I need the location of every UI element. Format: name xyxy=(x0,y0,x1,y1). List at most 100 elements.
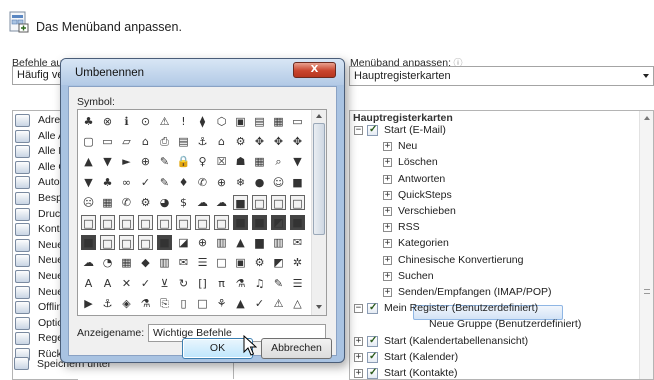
symbol-cell[interactable]: ▢ xyxy=(81,134,96,149)
scroll-down-icon[interactable] xyxy=(316,305,322,309)
expand-icon[interactable]: + xyxy=(383,190,392,200)
symbol-cell[interactable]: ♀ xyxy=(195,154,210,169)
symbol-cell[interactable]: □ xyxy=(138,215,153,230)
symbol-cell[interactable]: ▲ xyxy=(81,154,96,169)
symbol-cell[interactable]: ∞ xyxy=(119,175,134,190)
symbol-cell[interactable]: ⬡ xyxy=(214,114,229,129)
symbol-cell[interactable]: ⚙ xyxy=(252,255,267,270)
symbol-cell[interactable]: ✥ xyxy=(271,134,286,149)
symbol-cell[interactable]: □ xyxy=(176,215,191,230)
symbol-cell[interactable]: ▥ xyxy=(214,235,229,250)
symbol-cell[interactable]: ▭ xyxy=(290,114,305,129)
symbol-grid[interactable]: ♣ ⊗ ℹ ⊙ ⚠! ⧫ ⬡ ▣ ▤ ▦ ▭ ▢ ▭ ▱ ⌂ ⎙ ▤ ⚓ ⌂ ⚙ ✥ ✥ ✥ ▲ ▼ ► ⊕ ✎ 🔒 ♀ ☒ ☗ ▦ ⌕ ▼ ▼ ♣ ∞ ✓… xyxy=(77,109,327,316)
collapse-icon[interactable]: − xyxy=(354,304,363,314)
symbol-cell[interactable]: ⊕ xyxy=(138,154,153,169)
symbol-cell[interactable]: ☺ xyxy=(271,175,286,190)
symbol-cell[interactable]: ♫ xyxy=(252,276,267,291)
symbol-cell[interactable]: ⚠ xyxy=(157,114,172,129)
symbol-grid-scrollbar[interactable] xyxy=(311,110,326,315)
symbol-cell[interactable]: ◔ xyxy=(100,255,115,270)
expand-icon[interactable]: + xyxy=(383,207,392,216)
symbol-cell[interactable]: ☁ xyxy=(214,195,229,210)
symbol-cell[interactable]: ▲ xyxy=(233,235,248,250)
symbol-cell[interactable]: $ xyxy=(176,195,191,210)
tree-node[interactable]: + Löschen xyxy=(350,156,635,171)
symbol-cell[interactable]: ▱ xyxy=(119,134,134,149)
expand-icon[interactable]: + xyxy=(383,239,392,249)
symbol-cell[interactable]: ☰ xyxy=(195,255,210,270)
symbol-cell[interactable]: ◩ xyxy=(271,255,286,270)
symbol-cell[interactable]: ▶ xyxy=(81,296,96,311)
tree-node[interactable]: − ✓ Start (E-Mail) xyxy=(350,124,635,139)
symbol-cell[interactable]: ▤ xyxy=(176,134,191,149)
symbol-cell[interactable]: ◩ xyxy=(271,215,286,230)
symbol-cell[interactable]: □ xyxy=(100,215,115,230)
symbol-cell[interactable]: ► xyxy=(119,154,134,169)
symbol-cell[interactable]: ◆ xyxy=(138,255,153,270)
symbol-cell[interactable]: ⚘ xyxy=(214,296,229,311)
symbol-cell[interactable]: □ xyxy=(157,215,172,230)
symbol-cell[interactable]: ● xyxy=(252,175,267,190)
symbol-cell[interactable]: ℹ xyxy=(119,114,134,129)
symbol-cell[interactable]: ⊗ xyxy=(100,114,115,129)
symbol-cell[interactable]: ✲ xyxy=(290,255,305,270)
symbol-cell[interactable]: ! xyxy=(176,114,191,129)
checkbox[interactable]: ✓ xyxy=(367,335,378,347)
symbol-cell[interactable]: ▼ xyxy=(81,175,96,190)
symbol-cell[interactable]: ■ xyxy=(252,215,267,230)
symbol-cell[interactable]: ▣ xyxy=(233,255,248,270)
symbol-cell[interactable]: ⊻ xyxy=(157,276,172,291)
tree-node-selected[interactable]: Neue Gruppe (Benutzerdefiniert) xyxy=(350,318,635,333)
symbol-cell[interactable]: □ xyxy=(195,296,210,311)
symbol-cell[interactable]: ⚙ xyxy=(233,134,248,149)
symbol-cell[interactable]: 🔒 xyxy=(176,154,191,169)
symbol-cell[interactable]: □ xyxy=(119,235,134,251)
symbol-cell[interactable]: ♦ xyxy=(176,175,191,190)
symbol-cell[interactable]: ■ xyxy=(290,215,305,230)
expand-icon[interactable]: + xyxy=(383,142,392,152)
symbol-cell[interactable]: ⚗ xyxy=(233,276,248,291)
symbol-cell[interactable]: ⊕ xyxy=(214,175,229,190)
symbol-cell[interactable]: ⚙ xyxy=(138,195,153,210)
symbol-cell[interactable]: ▣ xyxy=(233,114,248,129)
symbol-cell[interactable]: ⊙ xyxy=(138,114,153,129)
checkbox[interactable]: ✓ xyxy=(367,124,378,136)
checkbox[interactable]: ✓ xyxy=(367,367,378,379)
symbol-cell[interactable]: □ xyxy=(214,215,229,230)
symbol-cell[interactable]: ⊕ xyxy=(195,235,210,250)
symbol-cell[interactable]: ✆ xyxy=(119,195,134,210)
symbol-cell[interactable]: ♣ xyxy=(81,114,96,129)
symbol-cell[interactable]: ⎙ xyxy=(157,134,172,149)
symbol-cell[interactable]: ⚓ xyxy=(195,134,210,149)
symbol-cell[interactable]: ■ xyxy=(233,215,248,230)
symbol-cell[interactable]: □ xyxy=(214,255,229,270)
symbol-cell[interactable]: ⚠ xyxy=(271,296,286,311)
expand-icon[interactable]: + xyxy=(383,174,392,184)
symbol-cell[interactable]: ⌂ xyxy=(138,134,153,149)
symbol-cell[interactable]: ↻ xyxy=(176,276,191,291)
symbol-cell[interactable]: ☁ xyxy=(81,255,96,270)
symbol-cell[interactable]: ■ xyxy=(81,235,96,251)
symbol-cell[interactable]: ⚓ xyxy=(100,296,115,311)
symbol-cell[interactable]: ⧫ xyxy=(195,114,210,129)
checkbox[interactable]: ✓ xyxy=(367,302,378,315)
ribbon-tree[interactable]: Hauptregisterkarten − ✓ Start (E-Mail) + Neu… xyxy=(349,110,654,380)
tree-node[interactable]: + Suchen xyxy=(350,270,635,285)
scroll-up-icon[interactable] xyxy=(644,116,650,120)
symbol-cell[interactable]: [] xyxy=(195,276,210,291)
tree-node[interactable]: + Antworten xyxy=(350,173,635,188)
symbol-cell[interactable]: ✓ xyxy=(138,175,153,190)
symbol-cell[interactable]: ❄ xyxy=(233,175,248,190)
symbol-cell[interactable]: ☁ xyxy=(195,195,210,210)
symbol-cell[interactable]: ☹ xyxy=(81,195,96,210)
cancel-button[interactable]: Abbrechen xyxy=(261,338,332,359)
symbol-cell[interactable]: ▯ xyxy=(176,296,191,311)
symbol-cell[interactable]: ☰ xyxy=(290,276,305,291)
tree-node[interactable]: + Neu xyxy=(350,140,635,155)
symbol-cell[interactable]: ⌕ xyxy=(271,154,286,169)
symbol-cell[interactable]: ▦ xyxy=(100,195,115,210)
expand-icon[interactable]: + xyxy=(354,352,363,362)
symbol-cell[interactable]: □ xyxy=(138,235,153,251)
checkbox[interactable]: ✓ xyxy=(367,351,378,363)
close-button[interactable]: X xyxy=(293,62,336,78)
